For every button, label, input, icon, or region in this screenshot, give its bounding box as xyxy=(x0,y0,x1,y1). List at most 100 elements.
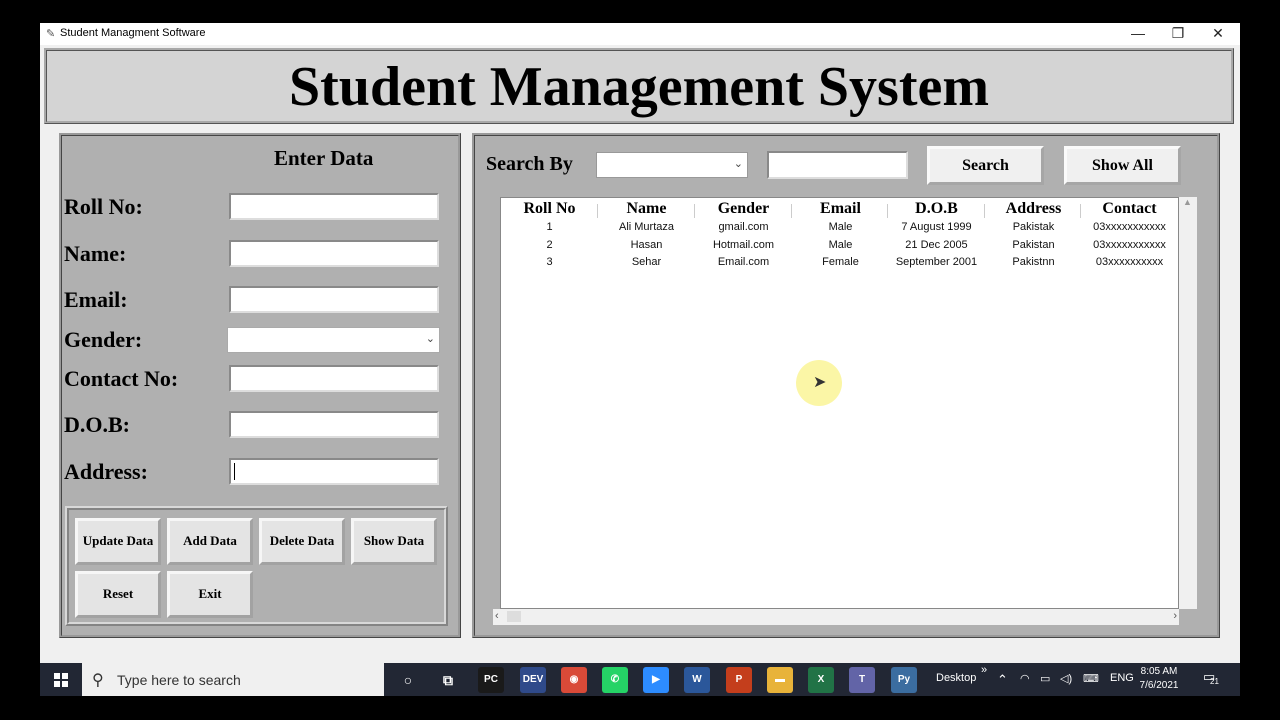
table-cell[interactable]: Pakistan xyxy=(985,239,1082,251)
close-button[interactable]: ✕ xyxy=(1198,23,1238,45)
search-by-label: Search By xyxy=(486,153,573,175)
address-input[interactable] xyxy=(229,458,439,485)
cortana-icon[interactable]: ○ xyxy=(395,667,421,693)
column-divider[interactable] xyxy=(887,204,888,218)
show-all-button[interactable]: Show All xyxy=(1064,146,1181,185)
table-cell[interactable]: 1 xyxy=(501,221,598,233)
keyboard-icon[interactable]: ⌨ xyxy=(1083,672,1099,685)
add-data-button[interactable]: Add Data xyxy=(167,518,253,565)
file-explorer-icon[interactable]: ▬ xyxy=(767,667,793,693)
minimize-button[interactable]: — xyxy=(1118,23,1158,45)
column-divider[interactable] xyxy=(791,204,792,218)
pycharm-icon[interactable]: PC xyxy=(478,667,504,693)
table-cell[interactable]: Sehar xyxy=(598,256,695,268)
gender-select[interactable]: ⌄ xyxy=(227,327,440,353)
scroll-left-icon[interactable]: ‹ xyxy=(495,610,499,622)
taskbar: ⚲ Type here to search ○ ⧉ PC DEV ◉ ✆ ▶ W P ▬ X T P… xyxy=(40,663,1240,696)
contact-no-input[interactable] xyxy=(229,365,439,392)
column-header-name[interactable]: Name xyxy=(598,200,695,218)
taskbar-search-box[interactable]: ⚲ Type here to search xyxy=(82,663,384,696)
excel-icon[interactable]: X xyxy=(808,667,834,693)
table-cell[interactable]: Female xyxy=(792,256,889,268)
search-by-select[interactable]: ⌄ xyxy=(596,152,748,178)
notification-count: 21 xyxy=(1210,677,1219,686)
roll-no-label: Roll No: xyxy=(64,194,143,219)
table-cell[interactable]: Hotmail.com xyxy=(695,239,792,251)
name-label: Name: xyxy=(64,241,127,266)
column-divider[interactable] xyxy=(1080,204,1081,218)
devcpp-icon[interactable]: DEV xyxy=(520,667,546,693)
table-cell[interactable]: September 2001 xyxy=(888,256,985,268)
network-icon[interactable]: ◠ xyxy=(1020,672,1030,685)
clock-date: 7/6/2021 xyxy=(1139,680,1179,691)
python-icon[interactable]: Py xyxy=(891,667,917,693)
zoom-icon[interactable]: ▶ xyxy=(643,667,669,693)
column-header-email[interactable]: Email xyxy=(792,200,889,218)
update-data-button[interactable]: Update Data xyxy=(75,518,161,565)
column-header-address[interactable]: Address xyxy=(985,200,1082,218)
search-button[interactable]: Search xyxy=(927,146,1044,185)
scroll-up-icon[interactable]: ▲ xyxy=(1183,197,1192,207)
vertical-scrollbar[interactable]: ▲ xyxy=(1179,197,1197,609)
column-header-contact[interactable]: Contact xyxy=(1081,200,1178,218)
dob-input[interactable] xyxy=(229,411,439,438)
exit-button[interactable]: Exit xyxy=(167,571,253,618)
column-divider[interactable] xyxy=(597,204,598,218)
whatsapp-icon[interactable]: ✆ xyxy=(602,667,628,693)
table-cell[interactable]: 21 Dec 2005 xyxy=(888,239,985,251)
start-button[interactable] xyxy=(40,663,82,696)
table-cell[interactable]: 03xxxxxxxxxxx xyxy=(1081,221,1178,233)
table-cell[interactable]: Male xyxy=(792,239,889,251)
column-divider[interactable] xyxy=(694,204,695,218)
table-cell[interactable]: 3 xyxy=(501,256,598,268)
email-input[interactable] xyxy=(229,286,439,313)
column-divider[interactable] xyxy=(984,204,985,218)
student-table[interactable]: Roll No Name Gender Email D.O.B Address Contac… xyxy=(500,197,1179,609)
teams-icon[interactable]: T xyxy=(849,667,875,693)
chrome-icon[interactable]: ◉ xyxy=(561,667,587,693)
table-cell[interactable]: 7 August 1999 xyxy=(888,221,985,233)
task-view-icon[interactable]: ⧉ xyxy=(435,667,461,693)
toolbar-more-icon[interactable]: » xyxy=(981,664,987,676)
table-cell[interactable]: 2 xyxy=(501,239,598,251)
button-panel: Update Data Add Data Delete Data Show Da… xyxy=(65,506,448,626)
table-cell[interactable]: Hasan xyxy=(598,239,695,251)
table-cell[interactable]: Pakistnn xyxy=(985,256,1082,268)
column-header-d-o-b[interactable]: D.O.B xyxy=(888,200,985,218)
column-header-roll-no[interactable]: Roll No xyxy=(501,200,598,218)
app-window: ✎ Student Managment Software — ❐ ✕ Stude… xyxy=(40,23,1240,663)
name-input[interactable] xyxy=(229,240,439,267)
restore-button[interactable]: ❐ xyxy=(1158,23,1198,45)
table-cell[interactable]: 03xxxxxxxxxx xyxy=(1081,256,1178,268)
battery-icon[interactable]: ▭ xyxy=(1040,672,1050,685)
reset-button[interactable]: Reset xyxy=(75,571,161,618)
taskbar-search-placeholder: Type here to search xyxy=(117,672,241,688)
feather-icon: ✎ xyxy=(46,28,56,40)
search-input[interactable] xyxy=(767,151,908,179)
table-cell[interactable]: Male xyxy=(792,221,889,233)
mouse-pointer-icon: ➤ xyxy=(813,374,827,391)
scroll-right-icon[interactable]: › xyxy=(1173,610,1177,622)
table-cell[interactable]: Ali Murtaza xyxy=(598,221,695,233)
powerpoint-icon[interactable]: P xyxy=(726,667,752,693)
table-cell[interactable]: Email.com xyxy=(695,256,792,268)
column-header-gender[interactable]: Gender xyxy=(695,200,792,218)
show-hidden-icons[interactable]: ⌃ xyxy=(997,672,1008,688)
show-data-button[interactable]: Show Data xyxy=(351,518,437,565)
scrollbar-thumb[interactable] xyxy=(507,611,521,622)
table-cell[interactable]: Pakistak xyxy=(985,221,1082,233)
gender-label: Gender: xyxy=(64,327,143,352)
table-cell[interactable]: 03xxxxxxxxxxx xyxy=(1081,239,1178,251)
roll-no-input[interactable] xyxy=(229,193,439,220)
desktop-toolbar-label[interactable]: Desktop xyxy=(936,672,976,684)
delete-data-button[interactable]: Delete Data xyxy=(259,518,345,565)
horizontal-scrollbar[interactable]: ‹ › xyxy=(493,609,1179,625)
word-icon[interactable]: W xyxy=(684,667,710,693)
display-panel: Search By ⌄ Search Show All Roll No Name G… xyxy=(472,133,1220,638)
system-clock[interactable]: 8:05 AM 7/6/2021 xyxy=(1130,665,1188,693)
table-cell[interactable]: gmail.com xyxy=(695,221,792,233)
mouse-cursor-highlight: ➤ xyxy=(796,360,842,406)
text-caret xyxy=(234,463,235,480)
volume-icon[interactable]: ◁) xyxy=(1060,672,1072,685)
dob-label: D.O.B: xyxy=(64,412,130,437)
